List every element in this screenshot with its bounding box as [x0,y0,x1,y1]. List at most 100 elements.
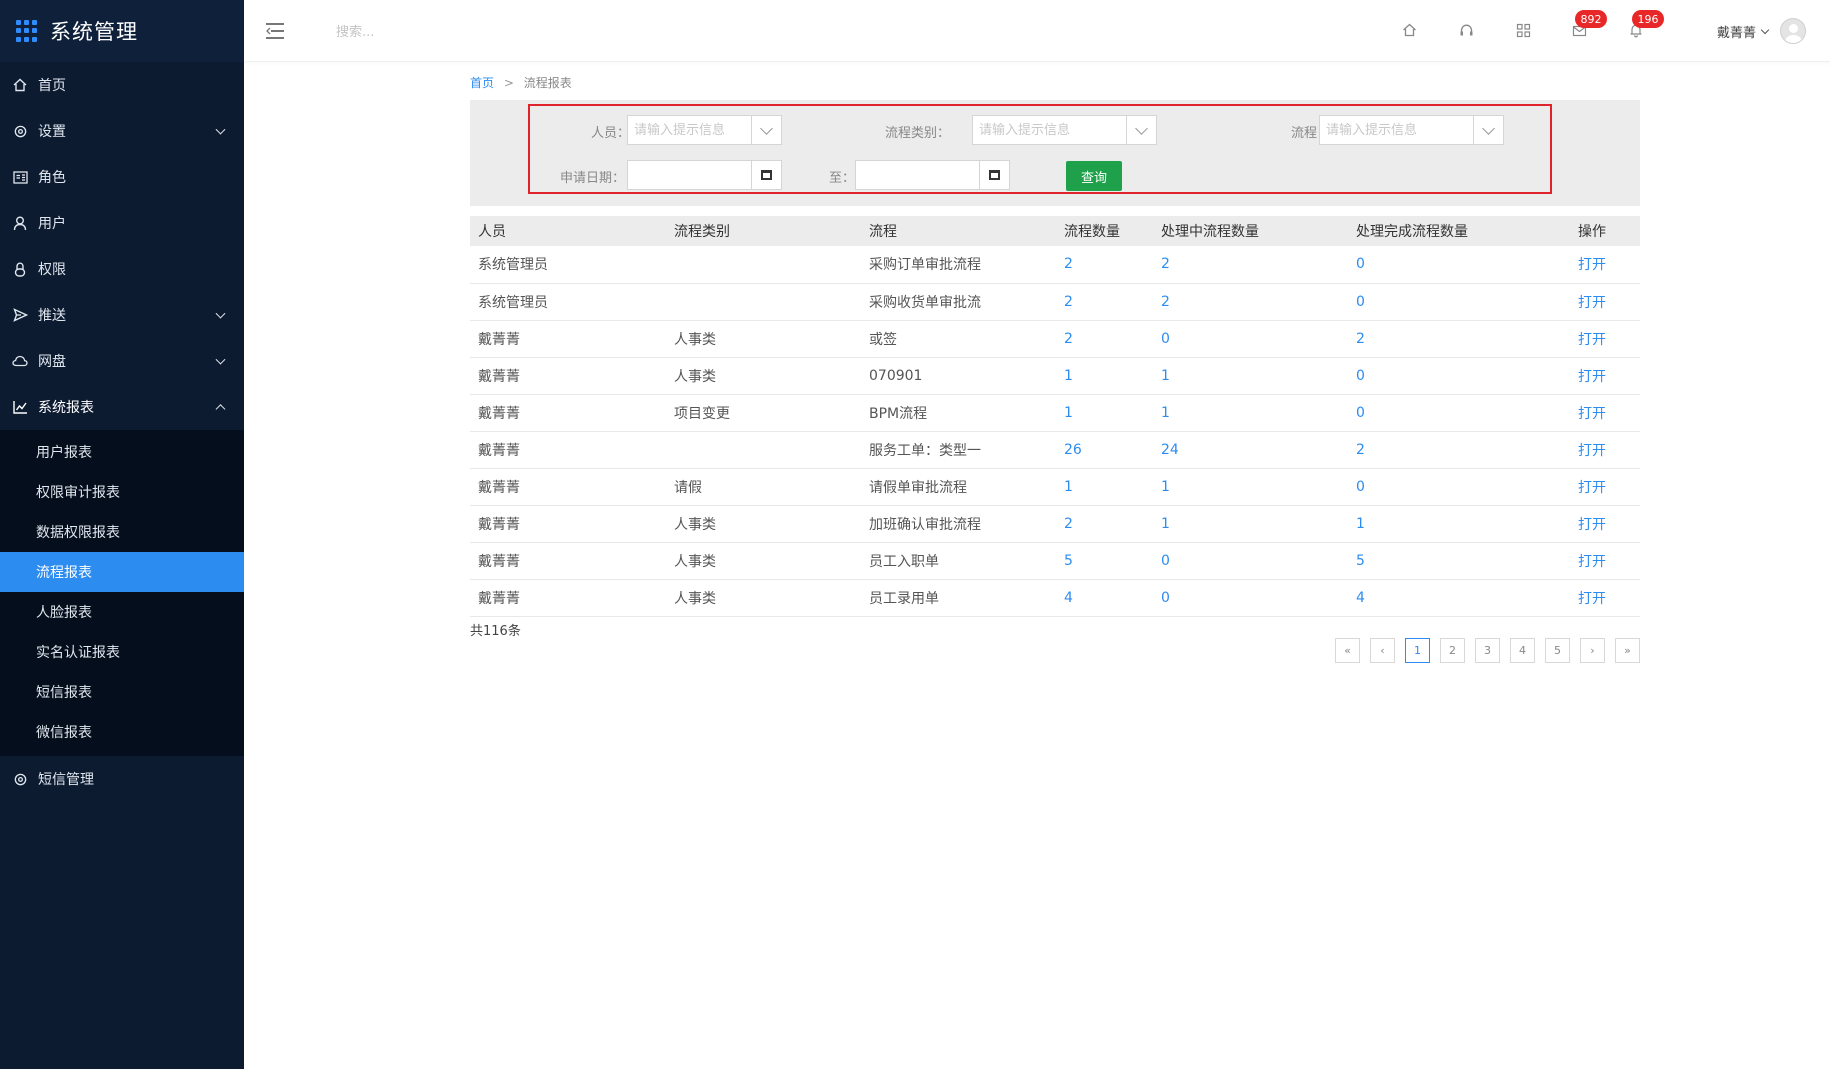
open-link[interactable]: 打开 [1570,283,1640,321]
page-number-button[interactable]: 3 [1475,638,1500,663]
cell-process-count[interactable]: 26 [1056,431,1153,469]
submenu-item-face-report[interactable]: 人脸报表 [0,592,244,632]
cell-in-progress-count[interactable]: 0 [1153,542,1348,580]
cell-completed-count[interactable]: 0 [1348,357,1570,395]
home-icon[interactable] [1399,20,1419,40]
cell-process: 或签 [861,320,1056,358]
cell-completed-count[interactable]: 4 [1348,579,1570,617]
end-date-input[interactable] [856,161,979,189]
gear-icon [12,771,28,787]
headset-icon[interactable] [1456,20,1476,40]
cell-in-progress-count[interactable]: 1 [1153,394,1348,432]
calendar-icon[interactable] [979,161,1009,189]
open-link[interactable]: 打开 [1570,542,1640,580]
cell-completed-count[interactable]: 0 [1348,468,1570,506]
cell-in-progress-count[interactable]: 2 [1153,246,1348,284]
sidebar-item-sms-management[interactable]: 短信管理 [0,756,244,802]
cell-process-count[interactable]: 2 [1056,283,1153,321]
cell-completed-count[interactable]: 0 [1348,246,1570,284]
end-date-field[interactable] [855,160,1010,190]
apps-grid-icon[interactable] [1513,20,1533,40]
cell-process-count[interactable]: 2 [1056,246,1153,284]
start-date-input[interactable] [628,161,751,189]
cell-process-count[interactable]: 5 [1056,542,1153,580]
sidebar-item-cloud-drive[interactable]: 网盘 [0,338,244,384]
menu-toggle-icon[interactable] [266,22,286,40]
cell-in-progress-count[interactable]: 0 [1153,579,1348,617]
page-number-button[interactable]: 2 [1440,638,1465,663]
cell-process-count[interactable]: 1 [1056,394,1153,432]
sidebar-item-push[interactable]: 推送 [0,292,244,338]
category-select[interactable] [972,115,1157,145]
calendar-icon[interactable] [751,161,781,189]
cell-person: 戴菁菁 [470,505,666,543]
cell-in-progress-count[interactable]: 1 [1153,357,1348,395]
cell-process-count[interactable]: 4 [1056,579,1153,617]
page-number-button[interactable]: 5 [1545,638,1570,663]
page-number-button[interactable]: 4 [1510,638,1535,663]
chevron-down-icon[interactable] [1126,116,1156,144]
page-number-button[interactable]: 1 [1405,638,1430,663]
submenu-item-permission-audit-report[interactable]: 权限审计报表 [0,472,244,512]
search-input[interactable] [336,22,536,42]
pager-nav-button[interactable]: « [1335,638,1360,663]
cell-in-progress-count[interactable]: 2 [1153,283,1348,321]
open-link[interactable]: 打开 [1570,431,1640,469]
mail-icon[interactable]: 892 [1569,10,1607,40]
bell-icon[interactable]: 196 [1626,10,1664,40]
cell-completed-count[interactable]: 0 [1348,283,1570,321]
sidebar-item-roles[interactable]: 角色 [0,154,244,200]
cell-in-progress-count[interactable]: 1 [1153,468,1348,506]
cell-process-count[interactable]: 2 [1056,320,1153,358]
sidebar-item-permissions[interactable]: 权限 [0,246,244,292]
cell-process-count[interactable]: 1 [1056,468,1153,506]
open-link[interactable]: 打开 [1570,320,1640,358]
open-link[interactable]: 打开 [1570,468,1640,506]
sidebar-item-home[interactable]: 首页 [0,62,244,108]
sidebar-item-users[interactable]: 用户 [0,200,244,246]
open-link[interactable]: 打开 [1570,579,1640,617]
cell-completed-count[interactable]: 2 [1348,320,1570,358]
submenu-item-sms-report[interactable]: 短信报表 [0,672,244,712]
cell-person: 戴菁菁 [470,579,666,617]
sidebar-item-settings[interactable]: 设置 [0,108,244,154]
cell-completed-count[interactable]: 0 [1348,394,1570,432]
cell-process-count[interactable]: 2 [1056,505,1153,543]
table-row: 戴菁菁 请假 请假单审批流程 1 1 0 打开 [470,468,1640,506]
chevron-down-icon[interactable] [1473,116,1503,144]
category-input[interactable] [973,116,1126,144]
cloud-icon [12,353,28,369]
chevron-down-icon[interactable] [751,116,781,144]
person-input[interactable] [628,116,751,144]
start-date-field[interactable] [627,160,782,190]
query-button[interactable]: 查询 [1066,161,1122,191]
submenu-item-user-report[interactable]: 用户报表 [0,432,244,472]
open-link[interactable]: 打开 [1570,357,1640,395]
process-input[interactable] [1320,116,1473,144]
process-select[interactable] [1319,115,1504,145]
submenu-item-realname-report[interactable]: 实名认证报表 [0,632,244,672]
submenu-item-data-permission-report[interactable]: 数据权限报表 [0,512,244,552]
pager-nav-button[interactable]: ‹ [1370,638,1395,663]
cell-in-progress-count[interactable]: 0 [1153,320,1348,358]
pager-nav-button[interactable]: › [1580,638,1605,663]
open-link[interactable]: 打开 [1570,505,1640,543]
cell-completed-count[interactable]: 1 [1348,505,1570,543]
breadcrumb-home-link[interactable]: 首页 [470,76,494,90]
cell-process-count[interactable]: 1 [1056,357,1153,395]
table-row: 戴菁菁 人事类 员工入职单 5 0 5 打开 [470,542,1640,580]
cell-in-progress-count[interactable]: 1 [1153,505,1348,543]
open-link[interactable]: 打开 [1570,394,1640,432]
submenu-item-process-report[interactable]: 流程报表 [0,552,244,592]
cell-completed-count[interactable]: 2 [1348,431,1570,469]
pager-nav-button[interactable]: » [1615,638,1640,663]
person-select[interactable] [627,115,782,145]
submenu-item-wechat-report[interactable]: 微信报表 [0,712,244,752]
cell-completed-count[interactable]: 5 [1348,542,1570,580]
sidebar-item-system-reports[interactable]: 系统报表 [0,384,244,430]
open-link[interactable]: 打开 [1570,246,1640,284]
cell-in-progress-count[interactable]: 24 [1153,431,1348,469]
user-menu[interactable]: 戴菁菁 [1717,18,1806,44]
avatar[interactable] [1780,18,1806,44]
date-label: 申请日期： [559,171,625,186]
